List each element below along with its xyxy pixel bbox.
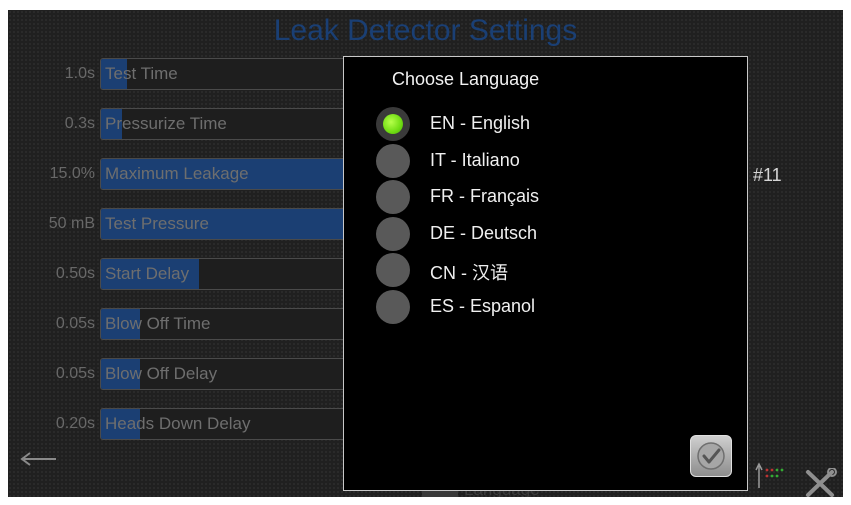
setting-row[interactable]: 0.05s Blow Off Delay	[8, 358, 360, 390]
setting-label: Blow Off Time	[105, 314, 211, 333]
setting-value: 0.05s	[55, 365, 95, 382]
setting-slider[interactable]: Maximum Leakage	[100, 158, 360, 190]
setting-slider[interactable]: Test Time	[100, 58, 360, 90]
setting-slider[interactable]: Heads Down Delay	[100, 408, 360, 440]
setting-row[interactable]: 0.05s Blow Off Time	[8, 308, 360, 340]
setting-row[interactable]: 0.20s Heads Down Delay	[8, 408, 360, 440]
setting-value: 1.0s	[64, 65, 95, 82]
language-option-label: EN - English	[430, 113, 531, 133]
setting-slider[interactable]: Pressurize Time	[100, 108, 360, 140]
device-id-label: #11	[753, 165, 782, 185]
language-option[interactable]: EN - English	[376, 107, 696, 141]
setting-row[interactable]: 50 mB Test Pressure	[8, 208, 360, 240]
setting-label: Pressurize Time	[105, 114, 227, 133]
setting-label: Test Pressure	[105, 214, 209, 233]
page-title: Leak Detector Settings	[273, 14, 578, 47]
setting-row[interactable]: 15.0% Maximum Leakage	[8, 158, 360, 190]
dialog-title: Choose Language	[392, 69, 540, 89]
setting-row[interactable]: 0.50s Start Delay	[8, 258, 360, 290]
language-option[interactable]: FR - Français	[376, 180, 696, 214]
setting-slider[interactable]: Blow Off Time	[100, 308, 360, 340]
language-option[interactable]: DE - Deutsch	[376, 216, 696, 251]
setting-value: 15.0%	[49, 165, 95, 182]
back-arrow-icon[interactable]	[18, 450, 58, 466]
language-option[interactable]: CN - 汉语	[376, 253, 696, 287]
radio-button[interactable]	[376, 180, 410, 214]
setting-slider[interactable]: Test Pressure	[100, 208, 360, 240]
setting-value: 0.20s	[55, 415, 95, 432]
language-dialog: Choose Language EN - English IT - Italian…	[343, 56, 748, 491]
radio-button[interactable]	[376, 216, 410, 251]
setting-label: Blow Off Delay	[105, 364, 218, 383]
language-option-label: ES - Espanol	[430, 295, 536, 316]
setting-value: 0.3s	[64, 115, 95, 132]
checkmark-icon	[697, 442, 725, 470]
language-option[interactable]: ES - Espanol	[376, 289, 696, 324]
language-option-label: DE - Deutsch	[430, 222, 538, 243]
signal-status-icon	[753, 458, 789, 490]
language-option[interactable]: IT - Italiano	[376, 143, 696, 178]
setting-slider[interactable]: Blow Off Delay	[100, 358, 360, 390]
language-option-label: IT - Italiano	[430, 149, 520, 170]
radio-button[interactable]	[376, 253, 410, 287]
setting-value: 0.50s	[55, 265, 95, 282]
tools-icon[interactable]	[803, 467, 837, 497]
radio-button[interactable]	[376, 143, 410, 178]
language-option-label: FR - Français	[430, 186, 540, 206]
setting-label: Test Time	[105, 64, 178, 83]
language-option-label: CN - 汉语	[430, 263, 508, 283]
setting-slider[interactable]: Start Delay	[100, 258, 360, 290]
setting-label: Heads Down Delay	[105, 414, 251, 433]
confirm-button[interactable]	[690, 435, 732, 477]
radio-button[interactable]	[376, 107, 410, 141]
setting-row[interactable]: 1.0s Test Time	[8, 58, 360, 90]
radio-selected-dot	[383, 114, 403, 134]
setting-value: 50 mB	[48, 215, 95, 232]
setting-row[interactable]: 0.3s Pressurize Time	[8, 108, 360, 140]
setting-label: Start Delay	[105, 264, 190, 283]
radio-button[interactable]	[376, 289, 410, 324]
setting-label: Maximum Leakage	[105, 164, 249, 183]
setting-value: 0.05s	[55, 315, 95, 332]
